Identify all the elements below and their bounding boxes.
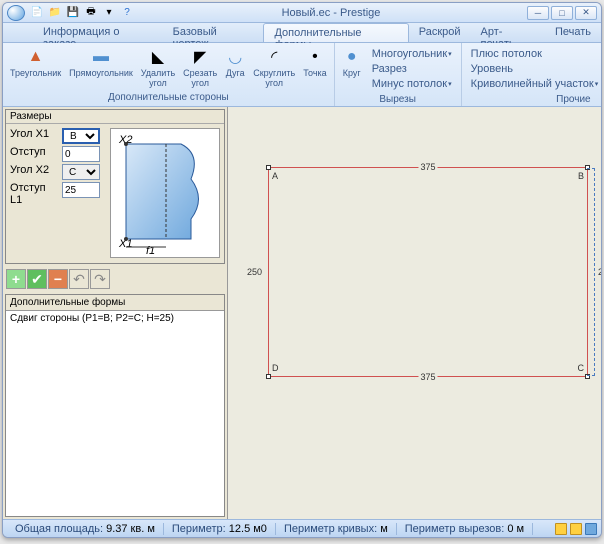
preview-diagram: X2 X1 f1 [110,128,220,258]
app-menu-button[interactable] [7,5,25,21]
add-button[interactable]: + [6,269,26,289]
tab-print[interactable]: Печать [545,23,601,42]
status-cutouts: Периметр вырезов: 0 м [397,523,533,535]
group-cutouts-label: Вырезы [339,93,457,106]
qat-dropdown-icon[interactable]: ▾ [101,5,117,21]
status-icon-1[interactable] [555,523,567,535]
rectangle-button[interactable]: ▬Прямоугольник [66,45,136,80]
cut-corner-button[interactable]: ◤Срезать угол [180,45,220,90]
dim-left: 250 [247,267,262,277]
undo-button[interactable]: ↶ [69,269,89,289]
titlebar: 📄 📁 💾 🖶 ▾ ? Новый.ec - Prestige ─ □ ✕ [3,3,601,23]
tab-base-drawing[interactable]: Базовый чертеж [163,23,264,42]
minimize-button[interactable]: ─ [527,6,549,20]
curve-section-item[interactable]: Криволинейный участок▾ [468,77,602,91]
triangle-button[interactable]: ▲Треугольник [7,45,64,80]
delete-corner-icon: ◣ [148,47,168,67]
corner-c-label: C [578,363,585,373]
redo-button[interactable]: ↷ [90,269,110,289]
input-x2[interactable]: C [62,164,100,180]
params-title: Размеры [6,110,224,124]
handle-a[interactable] [266,165,271,170]
round-corner-button[interactable]: ◜Скруглить угол [250,45,298,90]
tab-cutting[interactable]: Раскрой [409,23,471,42]
rectangle-icon: ▬ [91,47,111,67]
handle-d[interactable] [266,374,271,379]
new-icon[interactable]: 📄 [29,5,45,21]
ribbon: ▲Треугольник ▬Прямоугольник ◣Удалить уго… [3,43,601,107]
forms-list-header: Дополнительные формы [6,295,224,311]
delete-corner-button[interactable]: ◣Удалить угол [138,45,178,90]
param-label-x2: Угол X2 [10,164,56,176]
input-offset[interactable] [62,146,100,162]
status-perimeter: Периметр: 12.5 м0 [164,523,276,535]
plus-ceiling-item[interactable]: Плюс потолок [468,47,602,61]
open-icon[interactable]: 📁 [47,5,63,21]
triangle-icon: ▲ [26,47,46,67]
circle-icon: ● [342,47,362,67]
drawing-canvas[interactable]: A B C D 375 375 250 250 [228,107,601,519]
param-label-x1: Угол X1 [10,128,56,140]
apply-button[interactable]: ✔ [27,269,47,289]
status-area: Общая площадь: 9.37 кв. м [7,523,164,535]
dim-top: 375 [418,162,437,172]
status-bar: Общая площадь: 9.37 кв. м Периметр: 12.5… [3,519,601,537]
status-icon-3[interactable] [585,523,597,535]
action-bar: + ✔ − ↶ ↷ [3,266,227,292]
close-button[interactable]: ✕ [575,6,597,20]
point-icon: • [305,47,325,67]
tab-additional-forms[interactable]: Дополнительные формы [263,23,408,42]
save-icon[interactable]: 💾 [65,5,81,21]
drawing-rectangle[interactable]: A B C D 375 375 250 250 [268,167,588,377]
round-corner-icon: ◜ [264,47,284,67]
minus-ceiling-item[interactable]: Минус потолок▾ [369,77,455,91]
help-icon[interactable]: ? [119,5,135,21]
dim-bottom: 375 [418,372,437,382]
cut-item[interactable]: Разрез [369,62,455,76]
maximize-button[interactable]: □ [551,6,573,20]
input-x1[interactable]: B [62,128,100,144]
group-sides-label: Дополнительные стороны [7,91,330,104]
remove-button[interactable]: − [48,269,68,289]
dim-right: 250 [598,267,601,277]
corner-b-label: B [578,171,584,181]
status-icon-2[interactable] [570,523,582,535]
point-button[interactable]: •Точка [300,45,329,80]
window-title: Новый.ec - Prestige [135,7,527,19]
level-item[interactable]: Уровень [468,62,602,76]
corner-d-label: D [272,363,279,373]
ribbon-tabs: Информация о заказе Базовый чертеж Допол… [3,23,601,43]
arc-icon: ◡ [225,47,245,67]
status-curves: Периметр кривых: м [276,523,397,535]
forms-list[interactable]: Дополнительные формы Сдвиг стороны (P1=B… [5,294,225,517]
arc-button[interactable]: ◡Дуга [222,45,248,80]
param-label-l1: Отступ L1 [10,182,56,206]
input-l1[interactable] [62,182,100,198]
tab-order-info[interactable]: Информация о заказе [33,23,163,42]
forms-list-item[interactable]: Сдвиг стороны (P1=B; P2=C; H=25) [6,311,224,326]
corner-a-label: A [272,171,278,181]
left-panel: Размеры Угол X1 Отступ Угол X2 Отступ L1… [3,107,228,519]
circle-button[interactable]: ●Круг [339,45,365,80]
wall-shift-outline [587,168,595,376]
print-icon[interactable]: 🖶 [83,5,99,21]
polygon-item[interactable]: Многоугольник▾ [369,47,455,61]
tab-art-print[interactable]: Арт-печать [471,23,545,42]
param-label-offset: Отступ [10,146,56,158]
group-other-label: Прочие [466,93,602,106]
cut-corner-icon: ◤ [190,47,210,67]
